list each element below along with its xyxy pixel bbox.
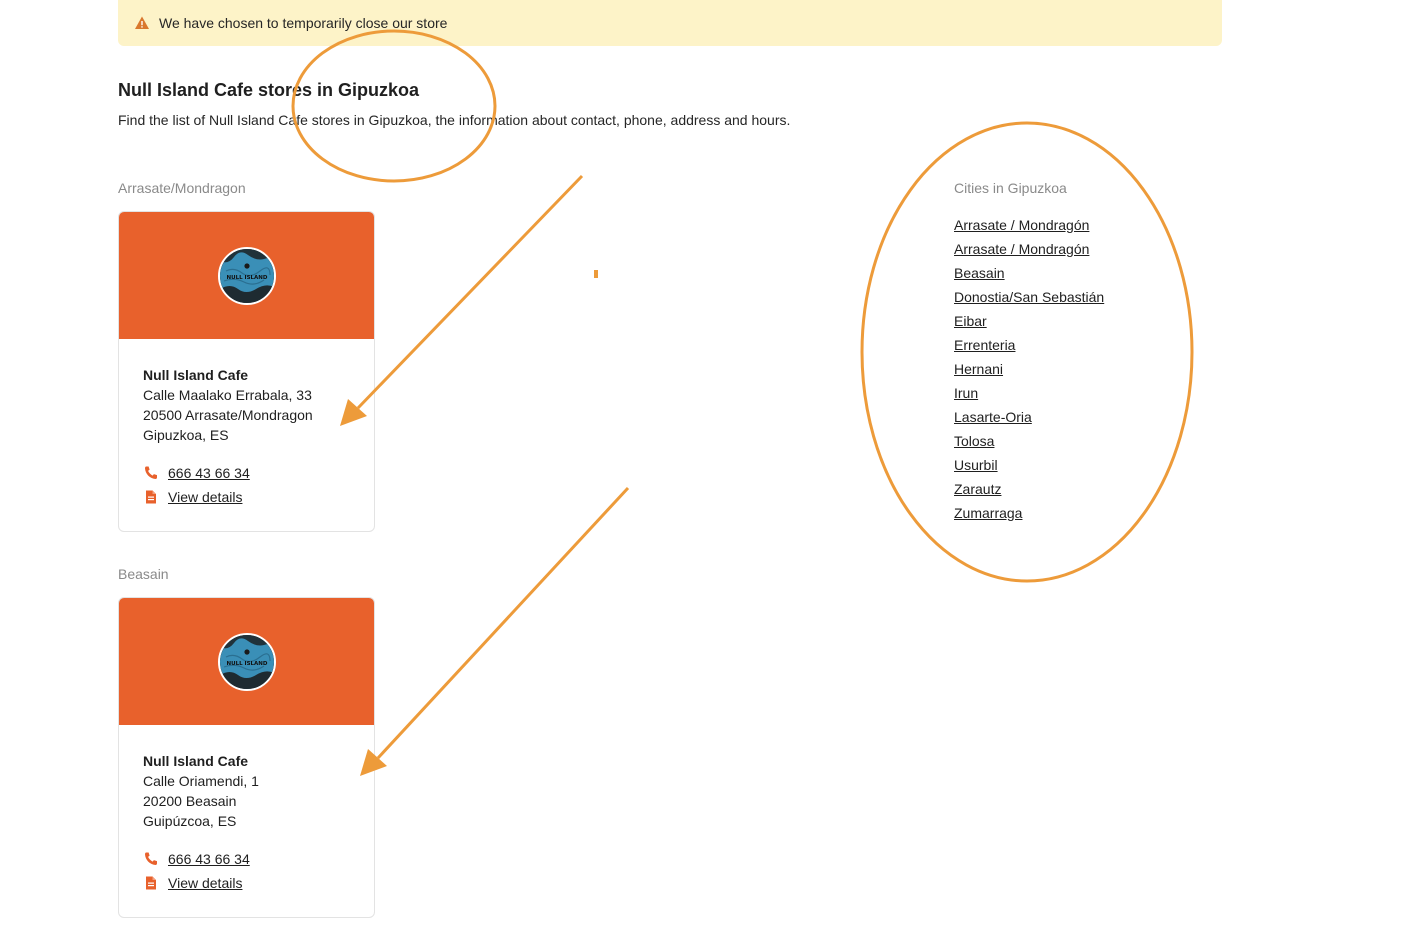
city-link[interactable]: Arrasate / Mondragón [954,217,1089,233]
page-title: Null Island Cafe stores in Gipuzkoa [118,80,420,100]
city-link[interactable]: Irun [954,385,978,401]
annotation-arrow-line [356,174,584,410]
city-list-item: Usurbil [954,453,1104,477]
store-card-body: Null Island Cafe Calle Maalako Errabala,… [119,339,374,509]
city-link[interactable]: Tolosa [954,433,994,449]
view-details-link[interactable]: View details [168,873,242,893]
city-link[interactable]: Beasain [954,265,1005,281]
cities-panel: Cities in Gipuzkoa Arrasate / Mondragón … [954,180,1104,525]
city-list-item: Tolosa [954,429,1104,453]
phone-icon [143,851,159,867]
store-card: NULL ISLAND Null Island Cafe Calle Maala… [118,211,375,532]
phone-link[interactable]: 666 43 66 34 [168,463,250,483]
view-details-link[interactable]: View details [168,487,242,507]
annotation-mark [594,270,598,278]
city-list-item: Hernani [954,357,1104,381]
city-section-label: Beasain [118,566,169,582]
city-section-label: Arrasate/Mondragon [118,180,246,196]
store-card-body: Null Island Cafe Calle Oriamendi, 1 2020… [119,725,374,895]
store-region: Guipúzcoa, ES [143,813,237,829]
store-logo: NULL ISLAND [218,247,276,305]
city-list-item: Arrasate / Mondragón [954,237,1104,261]
city-list-item: Errenteria [954,333,1104,357]
store-name: Null Island Cafe [143,753,249,769]
city-link[interactable]: Eibar [954,313,987,329]
city-list: Arrasate / Mondragón Arrasate / Mondragó… [954,213,1104,525]
cities-title: Cities in Gipuzkoa [954,180,1067,196]
city-list-item: Zumarraga [954,501,1104,525]
city-list-item: Eibar [954,309,1104,333]
city-link[interactable]: Arrasate / Mondragón [954,241,1089,257]
city-link[interactable]: Donostia/San Sebastián [954,289,1104,305]
city-list-item: Lasarte-Oria [954,405,1104,429]
details-row: View details [143,485,350,509]
store-card-header: NULL ISLAND [119,212,374,339]
city-list-item: Zarautz [954,477,1104,501]
city-link[interactable]: Usurbil [954,457,998,473]
warning-icon [134,15,150,31]
store-postal: 20500 Arrasate/Mondragon [143,407,313,423]
city-list-item: Irun [954,381,1104,405]
store-card-header: NULL ISLAND [119,598,374,725]
details-row: View details [143,871,350,895]
banner-message: We have chosen to temporarily close our … [159,15,448,31]
phone-link[interactable]: 666 43 66 34 [168,849,250,869]
store-region: Gipuzkoa, ES [143,427,229,443]
city-link[interactable]: Zumarraga [954,505,1022,521]
city-list-item: Donostia/San Sebastián [954,285,1104,309]
store-logo: NULL ISLAND [218,633,276,691]
store-card: NULL ISLAND Null Island Cafe Calle Oriam… [118,597,375,918]
phone-row: 666 43 66 34 [143,461,350,485]
city-link[interactable]: Hernani [954,361,1003,377]
phone-icon [143,465,159,481]
logo-text: NULL ISLAND [227,661,268,667]
city-link[interactable]: Lasarte-Oria [954,409,1032,425]
store-postal: 20200 Beasain [143,793,237,809]
annotation-circle-title [291,29,497,183]
page-description: Find the list of Null Island Cafe stores… [118,112,791,128]
annotation-arrow-line [376,486,630,760]
city-link[interactable]: Zarautz [954,481,1001,497]
document-icon [143,489,159,505]
logo-text: NULL ISLAND [227,275,268,281]
store-closed-banner: We have chosen to temporarily close our … [118,0,1222,46]
city-list-item: Arrasate / Mondragón [954,213,1104,237]
store-name: Null Island Cafe [143,367,249,383]
store-address: Calle Oriamendi, 1 [143,773,259,789]
store-address: Calle Maalako Errabala, 33 [143,387,312,403]
document-icon [143,875,159,891]
phone-row: 666 43 66 34 [143,847,350,871]
city-list-item: Beasain [954,261,1104,285]
city-link[interactable]: Errenteria [954,337,1015,353]
